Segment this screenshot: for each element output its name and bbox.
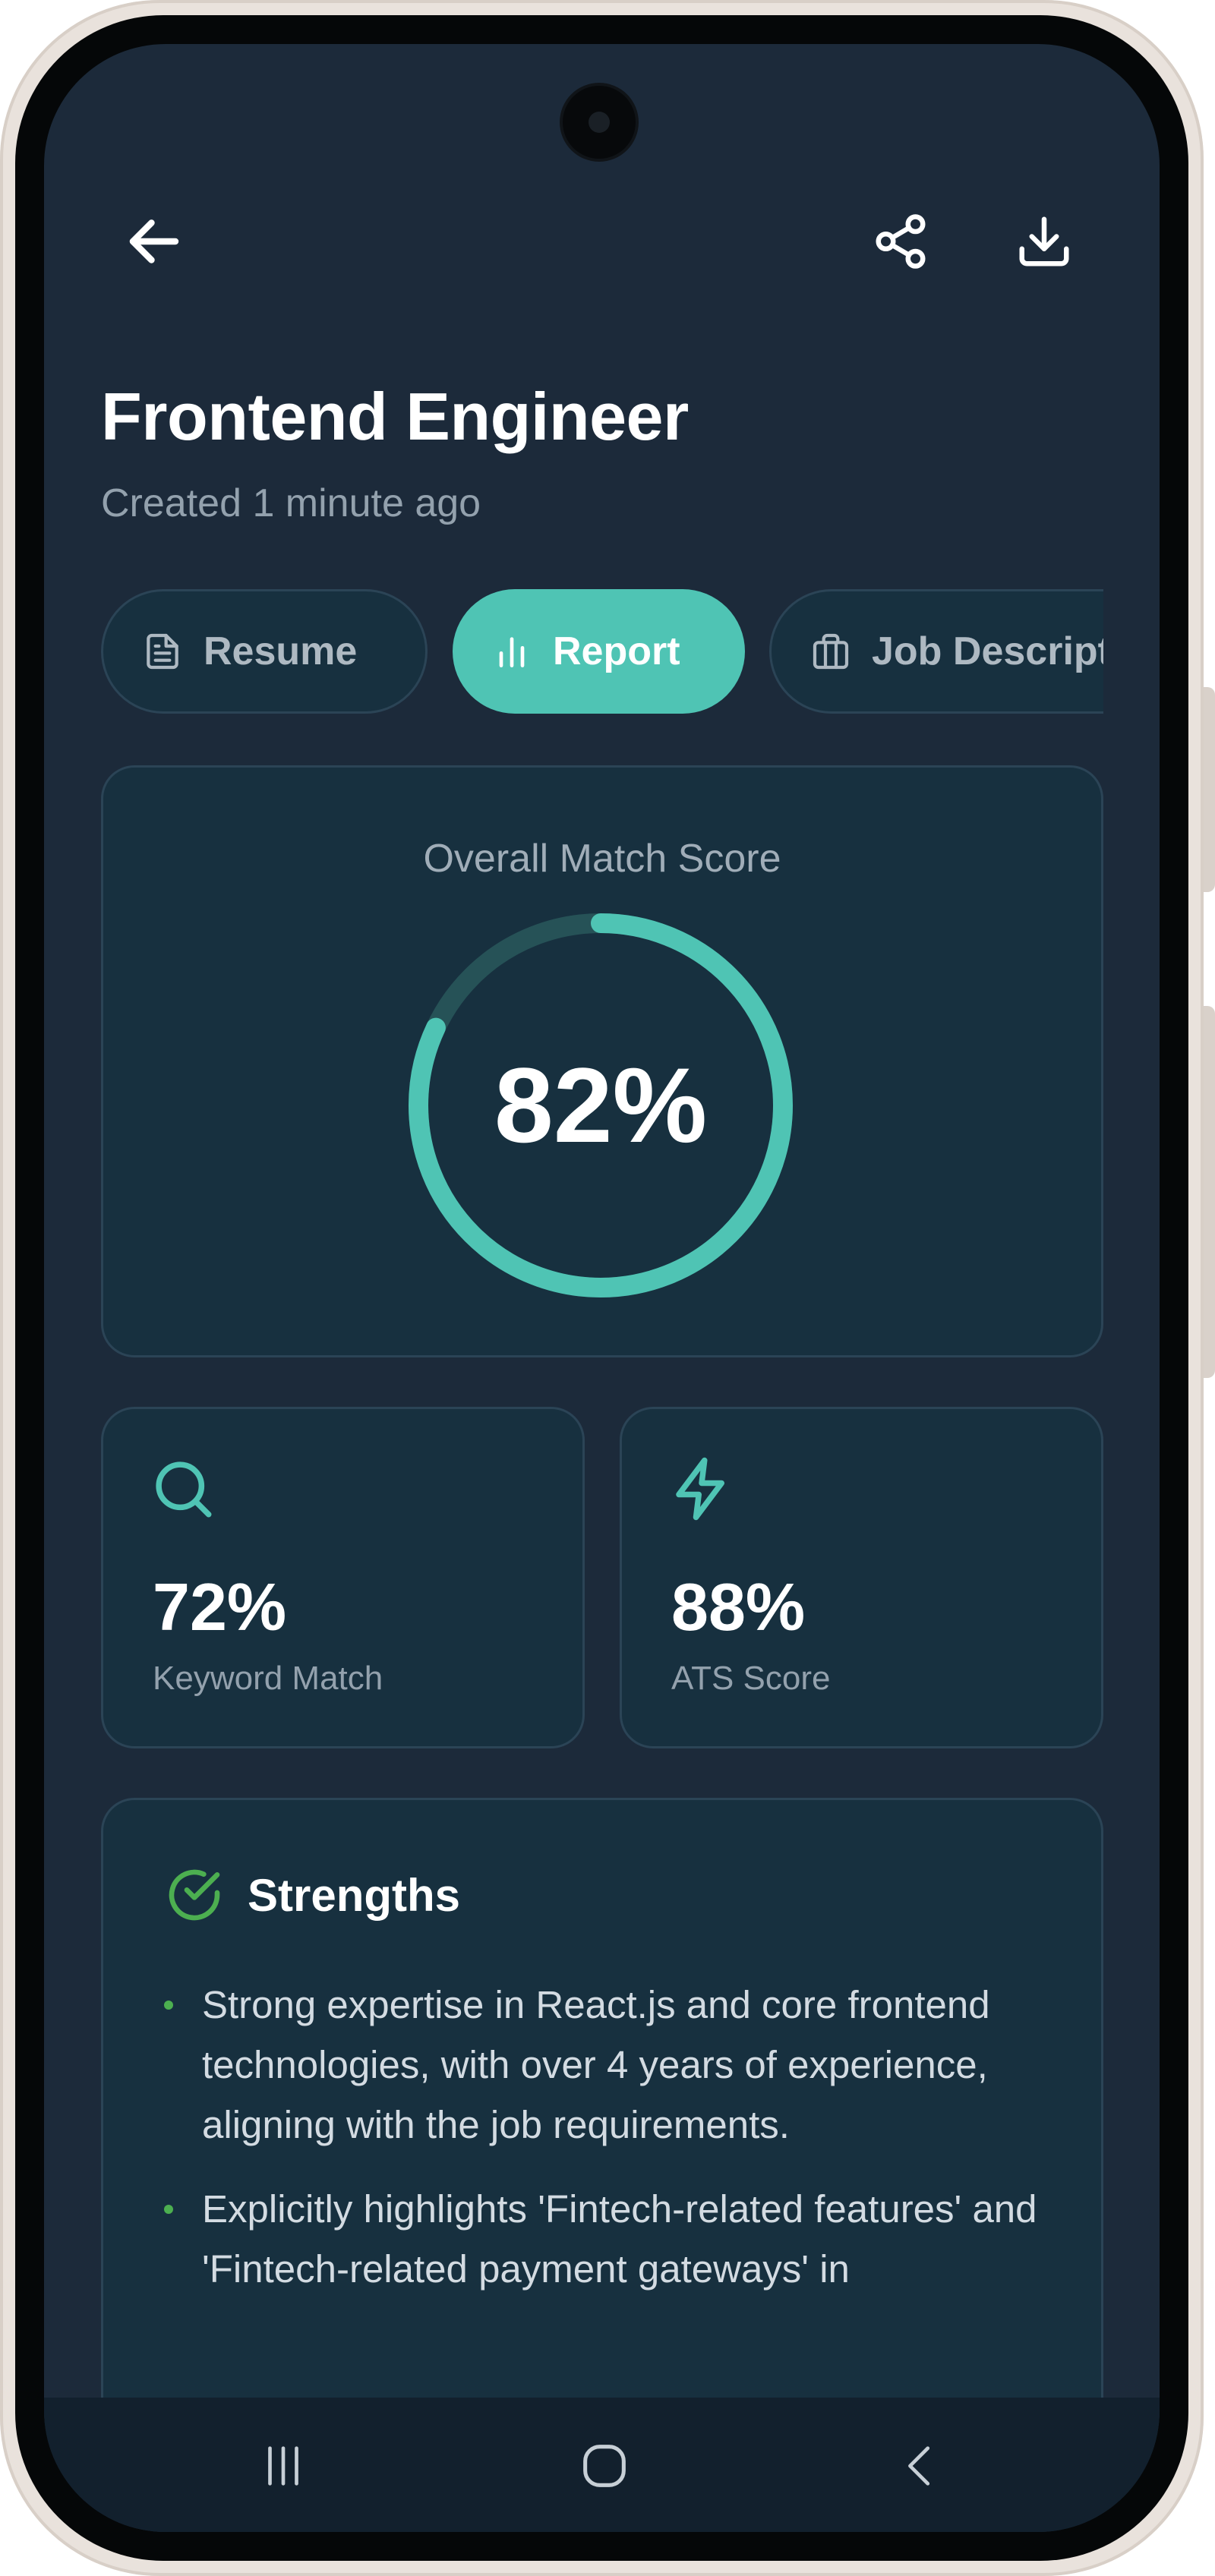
keyword-match-value: 72% [153,1569,287,1644]
chevron-left-icon [908,2446,930,2486]
overall-score-card: Overall Match Score 82% [101,765,1103,1357]
tab-report-label: Report [553,629,680,673]
share-icon [876,214,926,269]
strengths-list: Strong expertise in React.js and core fr… [164,1975,1075,2323]
download-icon [1019,216,1069,266]
phone-screen: Frontend Engineer Created 1 minute ago R… [44,44,1160,2532]
strengths-card: Strengths Strong expertise in React.js a… [101,1798,1103,2481]
briefcase-icon [813,633,849,670]
tab-resume-label: Resume [204,629,358,673]
keyword-match-label: Keyword Match [153,1660,383,1697]
recent-apps-icon [268,2446,298,2486]
list-item: Explicitly highlights 'Fintech-related f… [164,2179,1075,2299]
keyword-match-card: 72% Keyword Match [101,1407,585,1748]
overall-score-value: 82% [494,1045,708,1165]
strengths-title: Strengths [248,1869,461,1921]
lightning-icon [676,1457,724,1521]
back-button[interactable] [120,207,188,276]
arrow-left-icon [129,219,179,263]
page-title: Frontend Engineer [101,379,689,454]
check-circle-icon [169,1869,220,1921]
tab-bar: Resume Report Job Description [101,589,1103,718]
download-button[interactable] [1010,207,1078,276]
search-icon [156,1461,212,1518]
system-nav-bar [44,2398,1160,2532]
document-icon [147,633,178,670]
home-button[interactable] [566,2428,642,2504]
nav-back-button[interactable] [883,2428,959,2504]
created-timestamp: Created 1 minute ago [101,481,481,525]
tab-job-description[interactable]: Job Description [769,589,1103,714]
home-icon [583,2445,626,2487]
tab-report[interactable]: Report [453,589,745,714]
ats-score-card: 88% ATS Score [620,1407,1103,1748]
power-button [1204,1006,1215,1378]
front-camera [563,86,636,159]
overall-score-label: Overall Match Score [423,837,781,881]
recent-apps-button[interactable] [245,2428,321,2504]
ats-score-label: ATS Score [671,1660,831,1697]
list-item: Strong expertise in React.js and core fr… [164,1975,1075,2155]
ats-score-value: 88% [671,1569,806,1644]
tab-job-description-label: Job Description [872,629,1103,673]
tab-resume[interactable]: Resume [101,589,428,714]
volume-button [1204,687,1215,892]
bar-chart-icon [499,637,525,667]
strengths-header: Strengths [164,1865,460,1925]
share-button[interactable] [866,207,935,276]
